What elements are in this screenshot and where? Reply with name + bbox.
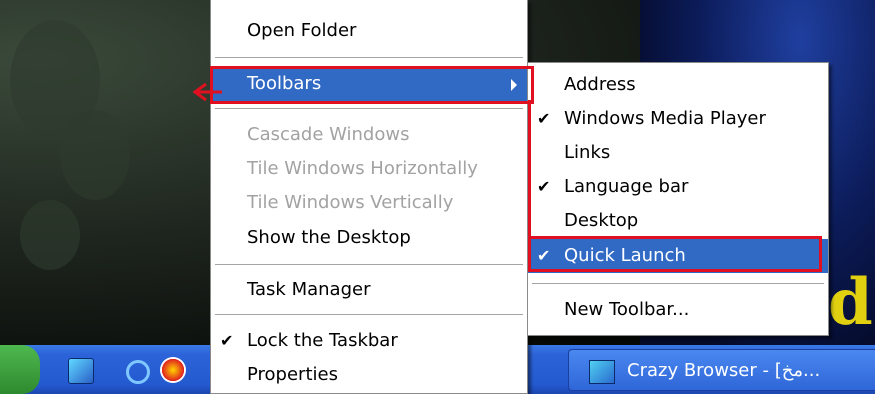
crazy-browser-icon[interactable]	[68, 358, 94, 384]
submenu-item-links[interactable]: Links	[528, 136, 828, 170]
checkmark-icon: ✔	[537, 109, 551, 128]
submenu-item-new-toolbar[interactable]: New Toolbar...	[528, 293, 828, 327]
submenu-item-address[interactable]: Address	[528, 68, 828, 102]
taskbar-window-button[interactable]: Crazy Browser - [مخ...	[568, 349, 875, 391]
menu-item-tile-vertically[interactable]: Tile Windows Vertically	[211, 186, 527, 220]
desktop-logo-fragment: d	[828, 265, 873, 340]
media-icon[interactable]	[160, 357, 186, 383]
annotation-toolbars-box	[210, 66, 534, 104]
submenu-item-language-bar[interactable]: ✔ Language bar	[528, 170, 828, 204]
annotation-connector-box	[528, 100, 534, 243]
menu-item-open-folder[interactable]: Open Folder	[211, 14, 527, 48]
menu-separator	[532, 283, 824, 284]
toolbars-submenu: Address ✔ Windows Media Player Links ✔ L…	[527, 62, 829, 336]
internet-explorer-icon[interactable]	[126, 360, 150, 384]
menu-separator	[215, 108, 523, 109]
annotation-quick-launch-box	[528, 236, 822, 272]
checkmark-icon: ✔	[220, 331, 234, 350]
start-button[interactable]	[0, 345, 40, 394]
menu-item-properties[interactable]: Properties	[211, 358, 527, 392]
submenu-item-desktop[interactable]: Desktop	[528, 204, 828, 238]
menu-item-show-desktop[interactable]: Show the Desktop	[211, 221, 527, 255]
wallpaper-left	[0, 0, 210, 345]
taskbar-context-menu: Open Folder Toolbars Cascade Windows Til…	[210, 0, 528, 394]
menu-separator	[215, 57, 523, 58]
annotation-arrow-icon	[192, 82, 222, 102]
menu-item-cascade-windows[interactable]: Cascade Windows	[211, 118, 527, 152]
menu-item-tile-horizontally[interactable]: Tile Windows Horizontally	[211, 152, 527, 186]
menu-separator	[215, 314, 523, 315]
menu-separator	[215, 264, 523, 265]
checkmark-icon: ✔	[537, 177, 551, 196]
taskbar-window-label: Crazy Browser - [مخ...	[627, 360, 821, 381]
submenu-item-windows-media-player[interactable]: ✔ Windows Media Player	[528, 102, 828, 136]
menu-item-task-manager[interactable]: Task Manager	[211, 273, 527, 307]
crazy-browser-icon	[589, 360, 615, 384]
menu-item-lock-taskbar[interactable]: ✔ Lock the Taskbar	[211, 324, 527, 358]
